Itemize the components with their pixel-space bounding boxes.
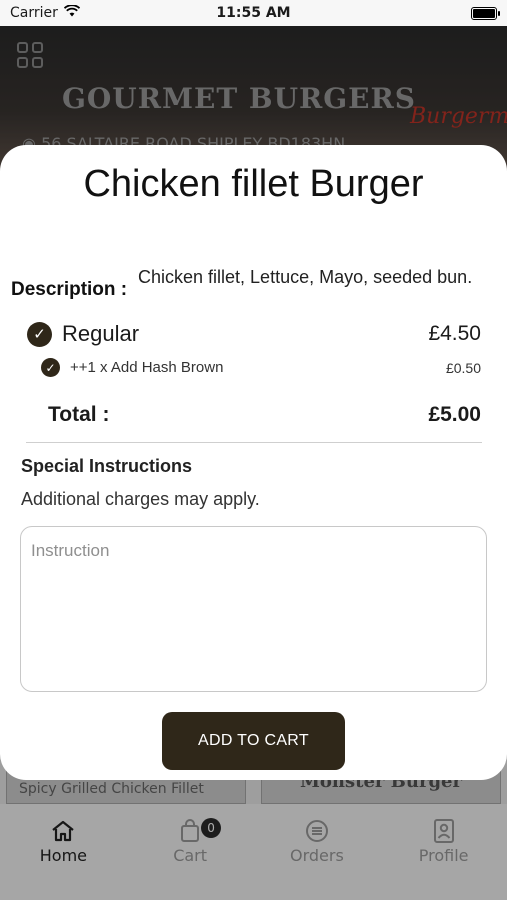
option-regular[interactable]: ✓ Regular £4.50 bbox=[27, 321, 481, 347]
carrier-label: Carrier bbox=[10, 5, 58, 21]
product-title: Chicken fillet Burger bbox=[83, 163, 424, 205]
status-left: Carrier bbox=[10, 4, 81, 21]
total-label: Total : bbox=[48, 403, 110, 426]
special-instructions-note: Additional charges may apply. bbox=[21, 489, 260, 509]
total-row: Total : £5.00 bbox=[48, 403, 481, 427]
instruction-input[interactable] bbox=[20, 526, 487, 692]
add-to-cart-button[interactable]: ADD TO CART bbox=[162, 712, 345, 770]
divider bbox=[26, 442, 482, 443]
status-bar: Carrier 11:55 AM bbox=[0, 0, 507, 26]
check-circle-icon[interactable]: ✓ bbox=[41, 358, 60, 377]
description-label: Description : bbox=[11, 279, 128, 300]
description-text: Chicken fillet, Lettuce, Mayo, seeded bu… bbox=[138, 267, 473, 287]
addon-price: £0.50 bbox=[445, 359, 481, 376]
addon-hash-brown[interactable]: ✓ ++1 x Add Hash Brown £0.50 bbox=[41, 358, 481, 377]
option-label: Regular bbox=[62, 321, 140, 346]
addon-label: ++1 x Add Hash Brown bbox=[70, 359, 224, 376]
wifi-icon bbox=[63, 4, 81, 21]
option-price: £4.50 bbox=[428, 322, 481, 345]
check-circle-icon[interactable]: ✓ bbox=[27, 321, 52, 347]
total-value: £5.00 bbox=[428, 403, 481, 426]
product-detail-modal: Chicken fillet Burger Description : Chic… bbox=[0, 145, 507, 780]
battery-icon bbox=[471, 6, 500, 20]
special-instructions-title: Special Instructions bbox=[21, 456, 193, 476]
